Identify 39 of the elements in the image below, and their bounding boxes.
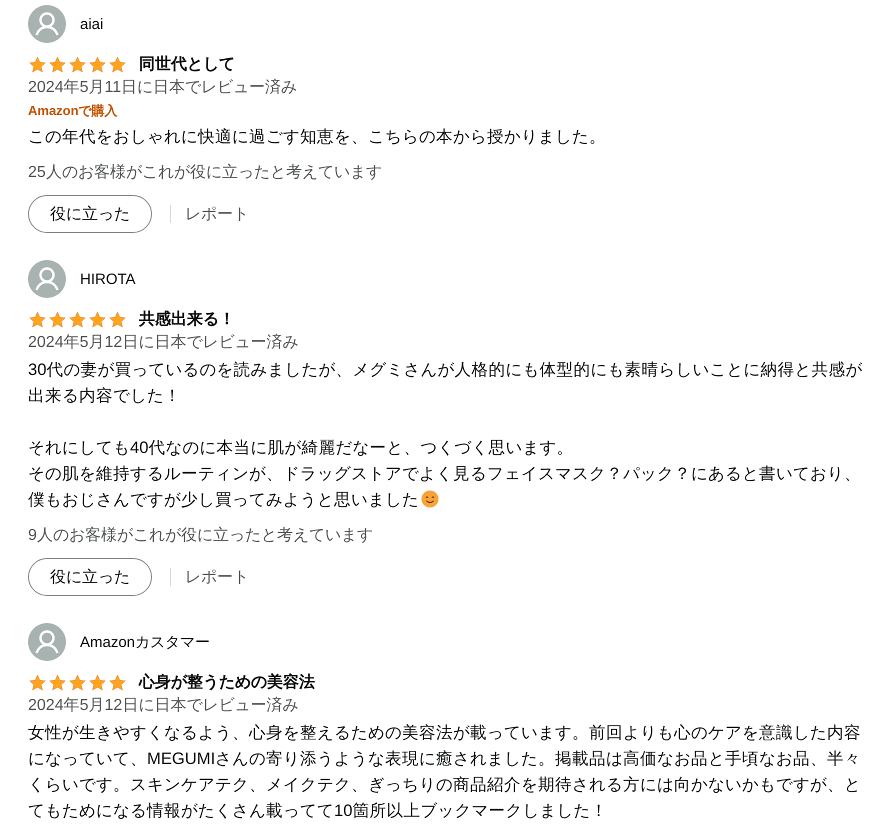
star-icon [48, 310, 67, 328]
avatar-icon [28, 260, 66, 298]
review-title[interactable]: 心身が整うための美容法 [139, 672, 315, 693]
review-title[interactable]: 共感出来る！ [139, 309, 235, 330]
avatar-icon [28, 623, 66, 661]
helpful-count: 9人のお客様がこれが役に立ったと考えています [28, 526, 374, 546]
star-icon [48, 674, 67, 692]
reviewer-name: HIROTA [80, 270, 136, 288]
helpful-count: 25人のお客様がこれが役に立ったと考えています [28, 162, 383, 183]
star-icon [28, 674, 47, 692]
review-date: 2024年5月12日に日本でレビュー済み [28, 332, 300, 353]
review-date: 2024年5月12日に日本でレビュー済み [28, 696, 300, 716]
report-link[interactable]: レポート [185, 204, 249, 224]
helpful-button[interactable]: 役に立った [28, 558, 152, 596]
star-icon [28, 310, 47, 328]
review-text: この年代をおしゃれに快適に過ごす知恵を、こちらの本から授かりました。 [28, 126, 607, 148]
helpful-button[interactable]: 役に立った [28, 195, 152, 233]
star-icon [68, 674, 87, 692]
star-icon [88, 310, 107, 328]
verified-purchase: Amazonで購入 [28, 102, 119, 120]
avatar-icon [28, 5, 66, 43]
review-text: 30代の妻が買っているのを読みましたが、メグミさんが人格的にも体型的にも素晴らしいことに納得と共感が出来る内容でした！ [28, 359, 864, 407]
star-icon [48, 56, 67, 74]
star-icon [108, 310, 127, 328]
star-icon [88, 56, 107, 74]
review-text: 女性が生きやすくなるよう、心身を整えるための美容法が載っています。前回よりも心のケアを意識した内容になっていて、MEGUMIさんの寄り添うような表現に癒されました。掲載品は高価なお品と手頃なお品、半々くらいです。スキンケアテク、メイクテク、ぎっちりの商品紹介を期待される方には向かないかもですが、とてもためになる情報がたくさん載ってて10箇所以上ブックマークしました！ [28, 722, 862, 822]
review-text: それにしても40代なのに本当に肌が綺麗だなーと、つくづく思います。 [28, 437, 574, 459]
star-icon [88, 674, 107, 692]
reviewer-name: Amazonカスタマー [80, 632, 210, 652]
star-icon [108, 56, 127, 74]
star-icon [68, 310, 87, 328]
review-text: その肌を維持するルーティンが、ドラッグストアでよく見るフェイスマスク？パック？にあると書いており、僕もおじさんですが少し買ってみようと思いました [28, 463, 862, 511]
review-title[interactable]: 同世代として [139, 54, 235, 75]
star-icon [108, 674, 127, 692]
star-icon [28, 56, 47, 74]
reviewer-name: aiai [80, 16, 104, 32]
review-date: 2024年5月11日に日本でレビュー済み [28, 78, 298, 98]
star-icon [68, 56, 87, 74]
report-link[interactable]: レポート [185, 566, 249, 588]
